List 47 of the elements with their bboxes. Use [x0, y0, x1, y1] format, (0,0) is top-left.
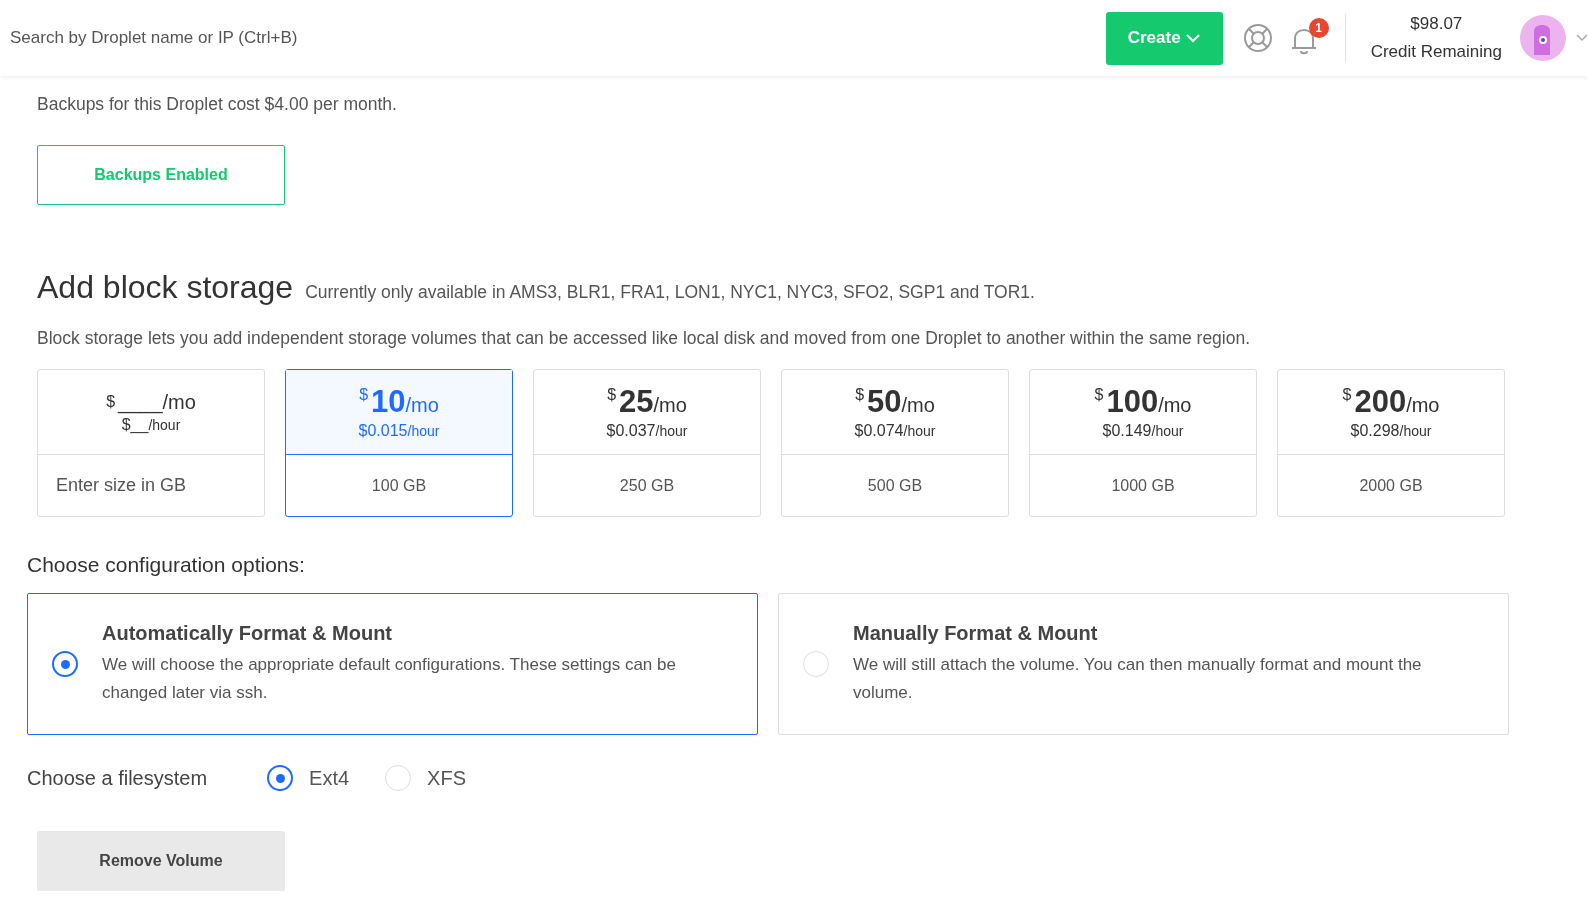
block-storage-description: Block storage lets you add independent storage volumes that can be accessed like local disk and moved from one Droplet to another within the same region. [37, 328, 1252, 349]
monthly-price: $____/mo [106, 390, 196, 414]
configuration-title: Choose configuration options: [27, 553, 306, 577]
hourly-price: $0.015/hour [358, 422, 440, 440]
radio-button[interactable] [52, 651, 78, 677]
configuration-option[interactable]: Automatically Format & Mount We will choose the appropriate default configurations. These settings can be changed later via ssh. [27, 593, 758, 735]
monthly-price: $50/mo [855, 384, 935, 420]
availability-text: Currently only available in AMS3, BLR1, FRA1, LON1, NYC1, NYC3, SFO2, SGP1 and TOR1. [305, 282, 1035, 303]
credit-label: Credit Remaining [1370, 42, 1502, 62]
credit-amount: $98.07 [1410, 14, 1463, 34]
backup-cost-text: Backups for this Droplet cost $4.00 per month. [37, 94, 398, 115]
plan-card[interactable]: $100/mo $0.149/hour 1000 GB [1029, 369, 1257, 517]
remove-volume-button[interactable]: Remove Volume [37, 831, 285, 891]
configuration-option[interactable]: Manually Format & Mount We will still attach the volume. You can then manually format and mount the volume. [778, 593, 1509, 735]
plan-size: 1000 GB [1111, 476, 1175, 495]
hourly-price: $0.298/hour [1350, 422, 1432, 440]
section-title: Add block storage [37, 269, 294, 306]
monthly-price: $10/mo [359, 384, 439, 420]
hourly-price: $0.074/hour [854, 422, 936, 440]
hourly-price: $0.149/hour [1102, 422, 1184, 440]
filesystem-label: Choose a filesystem [27, 766, 208, 790]
option-title: Manually Format & Mount [853, 621, 1099, 645]
monthly-price: $200/mo [1342, 384, 1440, 420]
avatar-icon[interactable] [1520, 15, 1566, 61]
radio-button[interactable] [267, 765, 294, 791]
chevron-icon [1184, 33, 1201, 43]
plan-card[interactable]: $25/mo $0.037/hour 250 GB [533, 369, 761, 517]
plan-size: 100 GB [371, 476, 427, 495]
option-description: We will still attach the volume. You can then manually format and mount the volume. [853, 653, 1423, 704]
plan-card[interactable]: $50/mo $0.074/hour 500 GB [781, 369, 1009, 517]
filesystem-option-label[interactable]: Ext4 [309, 766, 350, 790]
plan-size: 2000 GB [1359, 476, 1423, 495]
plan-size: 500 GB [867, 476, 923, 495]
option-description: We will choose the appropriate default configurations. These settings can be changed later via ssh. [102, 653, 677, 704]
plan-card[interactable]: $____/mo $__/hour Enter size in GB [37, 369, 265, 517]
option-title: Automatically Format & Mount [102, 621, 393, 645]
plan-card[interactable]: $10/mo $0.015/hour 100 GB [285, 369, 513, 517]
filesystem-option-label[interactable]: XFS [427, 766, 466, 790]
hourly-price: $0.037/hour [606, 422, 688, 440]
plan-card[interactable]: $200/mo $0.298/hour 2000 GB [1277, 369, 1505, 517]
monthly-price: $25/mo [607, 384, 687, 420]
notification-badge: 1 [1308, 18, 1329, 38]
caret-icon[interactable] [1576, 34, 1588, 42]
monthly-price: $100/mo [1094, 384, 1192, 420]
plan-size: 250 GB [619, 476, 675, 495]
hourly-price: $__/hour [121, 415, 181, 434]
help-icon[interactable] [1242, 23, 1273, 53]
